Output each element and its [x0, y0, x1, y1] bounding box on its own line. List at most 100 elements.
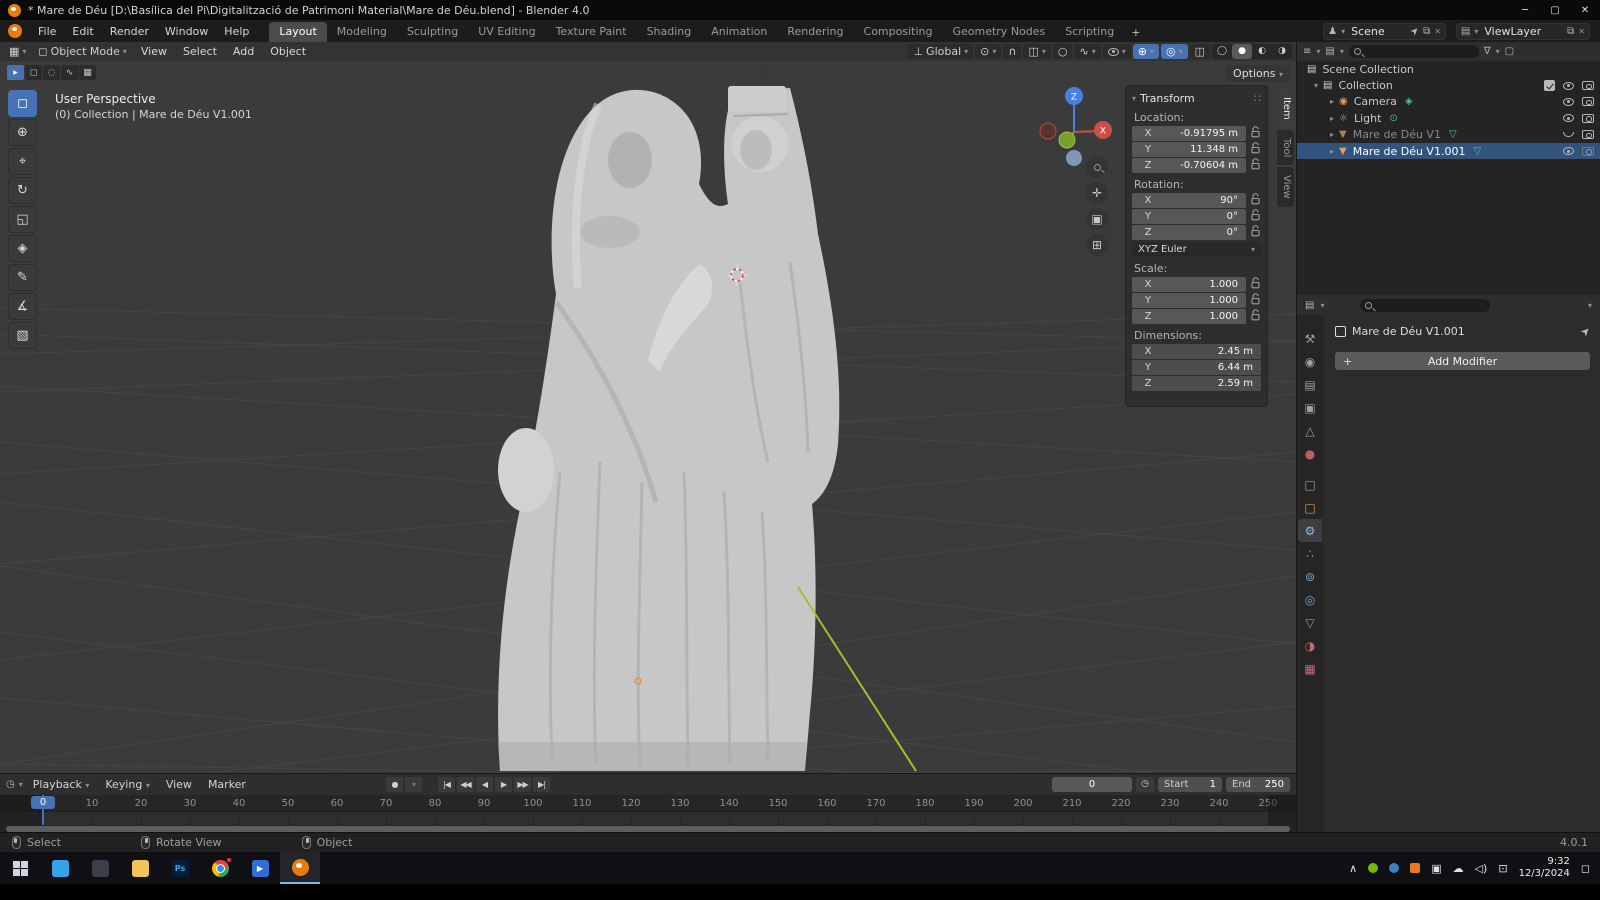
paint-select-mode[interactable]: ▦	[79, 65, 96, 80]
transform-orientation-selector[interactable]: ⊥ Global ▾	[908, 44, 973, 59]
new-collection-icon[interactable]: ▢	[1505, 46, 1514, 57]
outliner-editor-icon[interactable]: ≡	[1303, 46, 1311, 57]
lasso-select-mode[interactable]: ∿	[61, 65, 78, 80]
view-layer-tab[interactable]: ▣	[1298, 396, 1322, 419]
rotation-x-field[interactable]: X90°	[1132, 193, 1261, 208]
volume-icon[interactable]: ◁)	[1475, 862, 1488, 875]
tray-expand-icon[interactable]: ∧	[1349, 862, 1357, 875]
viewport-3d[interactable]: ▦ ▾ ◻ Object Mode ▾ View Select Add Obje…	[0, 42, 1296, 773]
unlock-icon[interactable]	[1246, 277, 1261, 292]
viewport-menu-object[interactable]: Object	[263, 45, 313, 58]
output-tab[interactable]: ▤	[1298, 373, 1322, 396]
object-visibility-selector[interactable]: ▾	[1103, 44, 1131, 59]
properties-search-input[interactable]	[1360, 299, 1490, 312]
timeline-menu-marker[interactable]: Marker	[202, 778, 252, 791]
physics-tab[interactable]: ⊚	[1298, 565, 1322, 588]
outliner-row-camera[interactable]: ▸ ◉ Camera ◈	[1297, 94, 1600, 110]
unlock-icon[interactable]	[1246, 225, 1261, 240]
onedrive-icon[interactable]: ☁	[1453, 862, 1464, 875]
xray-toggle[interactable]: ◫	[1190, 44, 1210, 59]
circle-select-mode[interactable]: ◌	[43, 65, 60, 80]
workspace-tab-animation[interactable]: Animation	[701, 22, 777, 42]
viewport-menu-select[interactable]: Select	[176, 45, 224, 58]
cursor-tool[interactable]: ⊕	[8, 119, 37, 146]
unlock-icon[interactable]	[1246, 209, 1261, 224]
remove-viewlayer-icon[interactable]: ✕	[1578, 27, 1585, 36]
tray-orange-app-icon[interactable]	[1410, 863, 1420, 873]
start-button[interactable]	[0, 852, 40, 884]
workspace-tab-texture-paint[interactable]: Texture Paint	[546, 22, 637, 42]
viewport-menu-view[interactable]: View	[134, 45, 174, 58]
playhead-frame-badge[interactable]: 0	[31, 796, 55, 809]
unlock-icon[interactable]	[1246, 309, 1261, 324]
dimensions-y-field[interactable]: Y6.44 m	[1132, 360, 1261, 375]
display-mode-icon[interactable]: ▤	[1325, 46, 1334, 57]
collection-checkbox[interactable]	[1544, 80, 1555, 91]
mode-selector[interactable]: ◻ Object Mode ▾	[33, 44, 131, 59]
tab-item[interactable]: Item	[1277, 89, 1294, 128]
new-viewlayer-icon[interactable]: ⧉	[1567, 26, 1574, 37]
scale-tool[interactable]: ◱	[8, 206, 37, 233]
timeline-menu-view[interactable]: View	[160, 778, 198, 791]
panel-collapse-icon[interactable]: ▾	[1132, 94, 1136, 103]
editor-type-button[interactable]: ▦ ▾	[4, 44, 31, 59]
chevron-down-icon[interactable]: ▾	[19, 780, 23, 789]
chevron-down-icon[interactable]: ▾	[1474, 27, 1478, 36]
maximize-button[interactable]: ▢	[1540, 0, 1570, 20]
proportional-editing-toggle[interactable]: ○	[1053, 44, 1073, 59]
unlink-scene-icon[interactable]: ✕	[1434, 27, 1441, 36]
orthographic-toggle-icon[interactable]: ⊞	[1086, 234, 1108, 256]
jump-to-end-button[interactable]: ▶|	[533, 777, 550, 792]
expand-icon[interactable]: ▸	[1327, 97, 1337, 106]
overlays-toggle[interactable]: ◎ ▾	[1161, 44, 1188, 59]
unlock-icon[interactable]	[1246, 293, 1261, 308]
scene-selector[interactable]: ♟ ▾ Scene ➤ ⧉ ✕	[1323, 23, 1446, 40]
dimensions-x-field[interactable]: X2.45 m	[1132, 344, 1261, 359]
taskbar-photoshop[interactable]: Ps	[160, 852, 200, 884]
scale-y-field[interactable]: Y1.000	[1132, 293, 1261, 308]
tray-box-app-icon[interactable]: ▣	[1431, 862, 1441, 875]
play-reverse-button[interactable]: ◀	[476, 777, 493, 792]
proportional-falloff-selector[interactable]: ∿ ▾	[1074, 44, 1100, 59]
menu-file[interactable]: File	[30, 25, 64, 38]
chevron-down-icon[interactable]: ▾	[1341, 27, 1345, 36]
workspace-tab-sculpting[interactable]: Sculpting	[397, 22, 468, 42]
scale-z-field[interactable]: Z1.000	[1132, 309, 1261, 324]
camera-view-icon[interactable]: ▣	[1086, 208, 1108, 230]
hide-eye-icon[interactable]	[1563, 132, 1574, 137]
taskbar-chrome[interactable]	[200, 852, 240, 884]
chevron-down-icon[interactable]: ▾	[1496, 47, 1500, 56]
wireframe-shading-button[interactable]: ◯	[1212, 44, 1232, 59]
taskbar-file-explorer[interactable]	[120, 852, 160, 884]
action-center-icon[interactable]: ◻	[1581, 862, 1590, 875]
taskbar-app[interactable]	[80, 852, 120, 884]
viewlayer-selector[interactable]: ▤ ▾ ViewLayer ⧉ ✕	[1456, 23, 1590, 40]
hide-eye-icon[interactable]	[1563, 82, 1574, 90]
texture-tab[interactable]: ▦	[1298, 657, 1322, 680]
taskbar-media-player[interactable]: ▶	[240, 852, 280, 884]
pin-icon[interactable]: ➤	[1578, 324, 1594, 340]
scene-name[interactable]: Scene	[1349, 25, 1407, 38]
expand-icon[interactable]: ▾	[1311, 81, 1321, 90]
location-y-field[interactable]: Y11.348 m	[1132, 142, 1261, 157]
properties-editor-icon[interactable]: ▤	[1305, 300, 1314, 311]
menu-window[interactable]: Window	[157, 25, 216, 38]
rotation-z-field[interactable]: Z0°	[1132, 225, 1261, 240]
location-x-field[interactable]: X-0.91795 m	[1132, 126, 1261, 141]
auto-keying-button[interactable]: ●	[386, 777, 403, 792]
taskbar-clock[interactable]: 9:3212/3/2024	[1519, 856, 1570, 881]
workspace-tab-rendering[interactable]: Rendering	[777, 22, 853, 42]
tab-view[interactable]: View	[1277, 167, 1294, 207]
outliner-row-scene-collection[interactable]: ▤ Scene Collection	[1297, 61, 1600, 77]
viewport-menu-add[interactable]: Add	[226, 45, 261, 58]
play-button[interactable]: ▶	[495, 777, 512, 792]
blender-menu-icon[interactable]	[8, 24, 22, 38]
workspace-tab-shading[interactable]: Shading	[637, 22, 702, 42]
expand-icon[interactable]: ▸	[1327, 147, 1337, 156]
expand-icon[interactable]: ▸	[1327, 130, 1337, 139]
use-preview-range-button[interactable]: ◷	[1136, 777, 1154, 792]
frame-end-field[interactable]: End250	[1226, 777, 1290, 792]
tool-tab[interactable]: ⚒	[1298, 327, 1322, 350]
tweak-mode[interactable]: ▸	[7, 65, 24, 80]
current-frame-field[interactable]: 0	[1052, 777, 1132, 792]
